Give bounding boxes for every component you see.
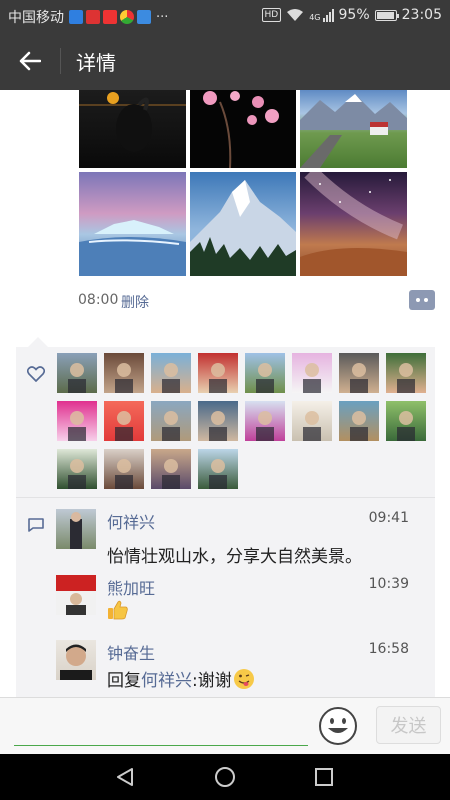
divider [16,497,435,498]
nav-home-button[interactable] [210,764,240,790]
square-recents-icon [315,768,333,786]
liker-avatar[interactable] [245,401,285,441]
reply-prefix: 回复 [107,671,141,691]
liker-avatar[interactable] [57,401,97,441]
post-photo[interactable] [79,172,186,276]
liker-avatar[interactable] [57,449,97,489]
news-app-icon [103,10,117,24]
liker-avatar[interactable] [151,353,191,393]
comment-item[interactable]: 何祥兴 09:41 怡情壮观山水，分享大自然美景。 [56,509,434,569]
page-title: 详情 [76,51,116,75]
app-notification-icon [86,10,100,24]
comment-item[interactable]: 熊加旺 10:39 [56,575,434,630]
battery-icon [374,9,399,21]
back-arrow-icon [19,51,41,71]
liker-avatar[interactable] [198,449,238,489]
post-photo[interactable] [300,90,407,168]
avatar[interactable] [56,640,96,680]
comment-time: 09:41 [368,510,409,526]
carrier-name: 中国移动 [8,10,64,26]
liker-avatar[interactable] [339,353,379,393]
liker-avatar[interactable] [245,353,285,393]
status-bar: 中国移动 ··· HD 4G 95% 23:05 [0,0,450,32]
battery-percent: 95% [338,7,370,23]
app-notification-icon [137,10,151,24]
comment-time: 16:58 [368,641,409,657]
comment-text: 怡情壮观山水，分享大自然美景。 [107,547,362,567]
commenter-name[interactable]: 何祥兴 [107,509,155,533]
post-photo[interactable] [300,172,407,276]
browser-icon [120,10,134,24]
clock: 23:05 [401,7,442,23]
tongue-wink-emoji-icon [233,669,254,689]
liker-avatar[interactable] [104,353,144,393]
reply-text: :谢谢 [192,671,232,691]
liker-avatar[interactable] [151,449,191,489]
liker-avatar[interactable] [198,353,238,393]
liker-avatar[interactable] [104,401,144,441]
send-button[interactable]: 发送 [376,706,441,744]
liker-avatar[interactable] [292,353,332,393]
commenter-name[interactable]: 熊加旺 [107,575,155,599]
liker-avatar[interactable] [198,401,238,441]
liker-avatar[interactable] [339,401,379,441]
liker-avatar[interactable] [104,449,144,489]
avatar[interactable] [56,575,96,615]
comment-input-bar: 发送 [0,697,450,754]
triangle-back-icon [117,768,133,786]
more-actions-button[interactable] [409,290,435,310]
nav-recents-button[interactable] [309,764,339,790]
app-notification-icon [69,10,83,24]
delete-link[interactable]: 删除 [121,292,149,312]
more-notifications: ··· [156,9,169,25]
post-photo[interactable] [79,90,186,168]
back-button[interactable] [10,41,50,81]
commenter-name[interactable]: 钟奋生 [107,640,155,664]
title-divider [60,48,61,74]
liker-avatar[interactable] [151,401,191,441]
smiley-icon [319,707,357,745]
post-photo[interactable] [190,90,296,168]
liker-avatar[interactable] [386,353,426,393]
hd-badge: HD [261,8,282,22]
comment-icon [28,518,44,532]
post-time: 08:00 [78,292,119,308]
avatar[interactable] [56,509,96,549]
title-bar: 详情 [0,32,450,90]
comment-text: 回复何祥兴:谢谢 [107,666,255,691]
box-pointer [28,337,48,347]
signal-icon: 4G [309,8,334,22]
thumbs-up-icon [108,600,128,620]
comment-time: 10:39 [368,576,409,592]
post-photo[interactable] [190,172,296,276]
reply-target-name[interactable]: 何祥兴 [141,671,192,691]
nav-back-button[interactable] [110,764,140,790]
circle-home-icon [215,767,235,787]
liker-avatar[interactable] [57,353,97,393]
emoji-button[interactable] [318,706,358,746]
wifi-icon [287,9,304,21]
comment-input[interactable] [14,706,308,746]
comment-item[interactable]: 钟奋生 16:58 回复何祥兴:谢谢 [56,640,434,695]
liker-avatar[interactable] [292,401,332,441]
liker-avatar[interactable] [386,401,426,441]
heart-icon [27,366,45,382]
system-nav-bar [0,754,450,800]
